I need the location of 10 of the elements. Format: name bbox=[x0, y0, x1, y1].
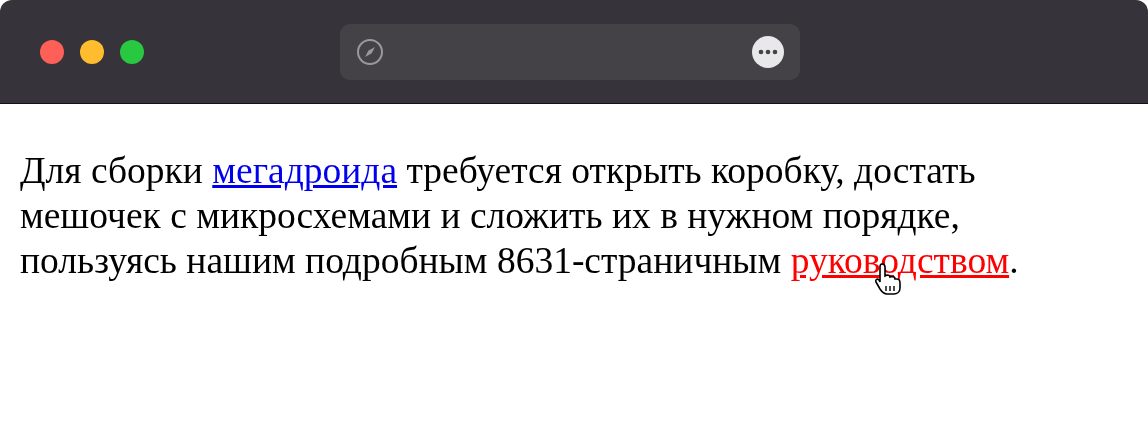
paragraph: Для сборки мегадроида требуется открыть коробку, достать мешочек с микросхемами и сложить их в нужном порядке, пользуясь нашим подробным 8631-страничным руководством. bbox=[20, 148, 1095, 283]
minimize-window-button[interactable] bbox=[80, 39, 104, 64]
more-button[interactable] bbox=[752, 35, 784, 68]
address-bar[interactable] bbox=[340, 23, 800, 80]
ellipsis-icon bbox=[758, 48, 778, 55]
compass-icon bbox=[356, 37, 384, 66]
close-window-button[interactable] bbox=[40, 39, 64, 64]
link[interactable]: мегадроида bbox=[212, 150, 398, 191]
zoom-window-button[interactable] bbox=[120, 39, 144, 64]
link[interactable]: руководством bbox=[790, 240, 1010, 281]
